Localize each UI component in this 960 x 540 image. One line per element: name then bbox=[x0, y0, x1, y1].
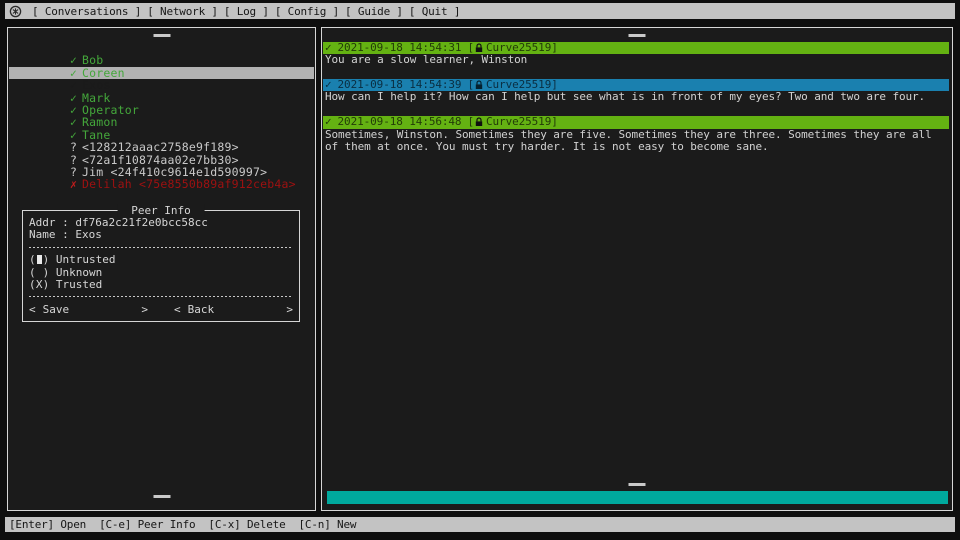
text-cursor bbox=[37, 255, 42, 264]
save-button[interactable]: < Save > bbox=[29, 304, 148, 316]
trusted-check-icon: ✓ bbox=[70, 54, 82, 66]
addr-value: df76a2c21f2e0bcc58cc bbox=[75, 216, 207, 229]
scroll-indicator-bottom bbox=[629, 483, 646, 486]
scroll-indicator-top bbox=[153, 34, 170, 37]
back-button[interactable]: < Back > bbox=[174, 304, 293, 316]
arrow-left-icon: < bbox=[174, 304, 181, 316]
contact-list: ✓Bob ✓Coreen ✓Exos ✓Mark ✓Operator ✓Ramo… bbox=[9, 42, 314, 178]
menu-item-conversations[interactable]: [ Conversations ] bbox=[32, 5, 141, 18]
trusted-check-icon: ✓ bbox=[70, 116, 82, 128]
message-input[interactable] bbox=[327, 491, 948, 504]
contacts-panel: ✓Bob ✓Coreen ✓Exos ✓Mark ✓Operator ✓Ramo… bbox=[7, 27, 316, 511]
menu-item-log[interactable]: [ Log ] bbox=[224, 5, 269, 18]
radio-mark: X bbox=[36, 279, 43, 291]
arrow-right-icon: > bbox=[141, 304, 148, 316]
status-bar: [Enter] Open [C-e] Peer Info [C-x] Delet… bbox=[5, 517, 955, 532]
unknown-question-icon: ? bbox=[70, 141, 82, 153]
chat-message: ✓2021-09-18 14:54:31[Curve25519] You are… bbox=[323, 42, 949, 67]
hint-enter-open: [Enter] Open bbox=[9, 518, 86, 531]
hint-ctrl-x-delete: [C-x] Delete bbox=[208, 518, 285, 531]
radio-cursor bbox=[36, 254, 43, 266]
chat-message: ✓2021-09-18 14:56:48[Curve25519] Sometim… bbox=[323, 116, 949, 153]
lock-icon bbox=[475, 117, 483, 127]
message-body: You are a slow learner, Winston bbox=[323, 54, 949, 66]
arrow-right-icon: > bbox=[286, 304, 293, 316]
delivered-check-icon: ✓ bbox=[325, 116, 332, 128]
back-button-label: Back bbox=[188, 304, 215, 316]
message-timestamp: 2021-09-18 14:56:48 bbox=[338, 116, 462, 128]
arrow-left-icon: < bbox=[29, 304, 36, 316]
chat-message: ✓2021-09-18 14:54:39[Curve25519] How can… bbox=[323, 79, 949, 104]
radio-trusted[interactable]: (X) Trusted bbox=[29, 279, 293, 291]
scroll-indicator-top bbox=[629, 34, 646, 37]
app-window: [ Conversations ] [ Network ] [ Log ] [ … bbox=[0, 0, 960, 540]
menu-item-quit[interactable]: [ Quit ] bbox=[409, 5, 460, 18]
divider bbox=[29, 291, 293, 303]
message-body: Sometimes, Winston. Sometimes they are f… bbox=[323, 129, 949, 154]
message-header: ✓2021-09-18 14:56:48[Curve25519] bbox=[323, 116, 949, 128]
name-value: Exos bbox=[75, 228, 102, 241]
contact-name: Delilah <75e8550b89af912ceb4a> bbox=[82, 177, 296, 191]
radio-label: Untrusted bbox=[49, 253, 115, 266]
radio-label: Unknown bbox=[49, 266, 102, 279]
radio-label: Trusted bbox=[49, 278, 102, 291]
message-body: How can I help it? How can I help but se… bbox=[323, 91, 949, 103]
message-list: ✓2021-09-18 14:54:31[Curve25519] You are… bbox=[323, 42, 949, 166]
peer-name-row: Name : Exos bbox=[29, 229, 293, 241]
peer-info-title: Peer Info bbox=[118, 204, 205, 217]
name-label: Name : bbox=[29, 228, 69, 241]
menu-item-guide[interactable]: [ Guide ] bbox=[345, 5, 403, 18]
trusted-check-icon: ✓ bbox=[70, 79, 82, 91]
peer-info-dialog: Peer Info Addr : df76a2c21f2e0bcc58cc Na… bbox=[22, 210, 300, 322]
scroll-indicator-bottom bbox=[153, 495, 170, 498]
menu-item-network[interactable]: [ Network ] bbox=[147, 5, 218, 18]
chat-panel: ✓2021-09-18 14:54:31[Curve25519] You are… bbox=[321, 27, 953, 511]
app-logo-icon bbox=[9, 5, 22, 18]
blocked-x-icon: ✗ bbox=[70, 178, 82, 190]
hint-ctrl-e-peer-info: [C-e] Peer Info bbox=[99, 518, 195, 531]
peer-info-buttons: < Save > < Back > bbox=[29, 304, 293, 316]
cipher-label: Curve25519 bbox=[486, 116, 551, 128]
divider bbox=[29, 242, 293, 254]
lock-icon bbox=[475, 80, 483, 90]
addr-label: Addr : bbox=[29, 216, 69, 229]
menu-item-config[interactable]: [ Config ] bbox=[275, 5, 339, 18]
contact-row-bob[interactable]: ✓Bob bbox=[9, 42, 314, 54]
save-button-label: Save bbox=[43, 304, 70, 316]
menu-bar: [ Conversations ] [ Network ] [ Log ] [ … bbox=[5, 3, 955, 19]
lock-icon bbox=[475, 43, 483, 53]
hint-ctrl-n-new: [C-n] New bbox=[299, 518, 357, 531]
